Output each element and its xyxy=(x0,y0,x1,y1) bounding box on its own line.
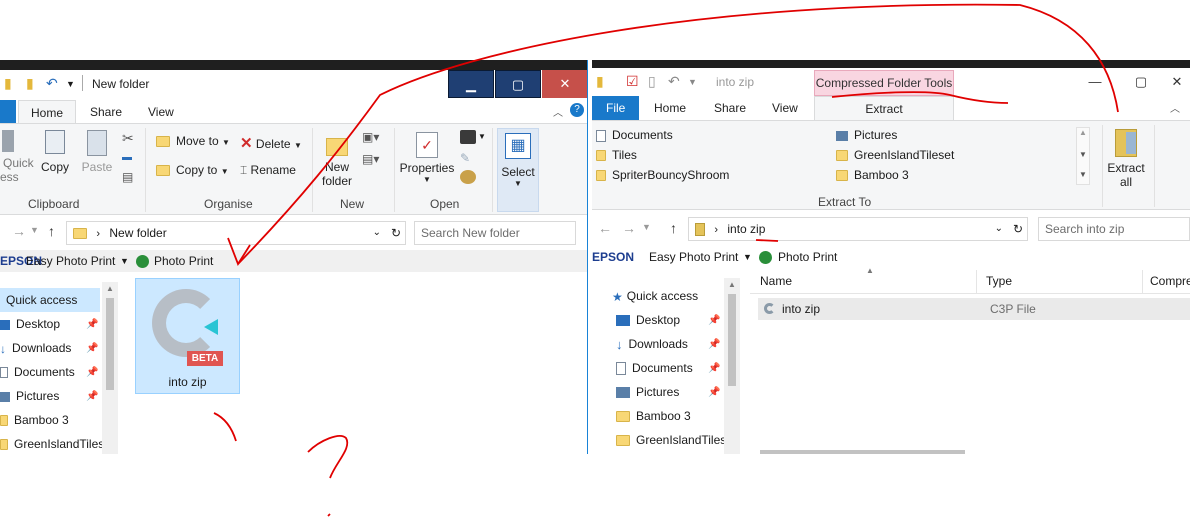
annotation-underline-tab xyxy=(831,91,1009,104)
annotation-arc-left xyxy=(213,412,237,442)
annotation-arrow-curve xyxy=(237,3,1119,265)
annotation-question-mark xyxy=(307,435,349,479)
annotation-question-dot xyxy=(327,513,331,517)
annotation-arrow-head xyxy=(227,237,251,266)
annotation-underline-address xyxy=(755,239,779,242)
annotation-overlay xyxy=(213,3,1119,517)
